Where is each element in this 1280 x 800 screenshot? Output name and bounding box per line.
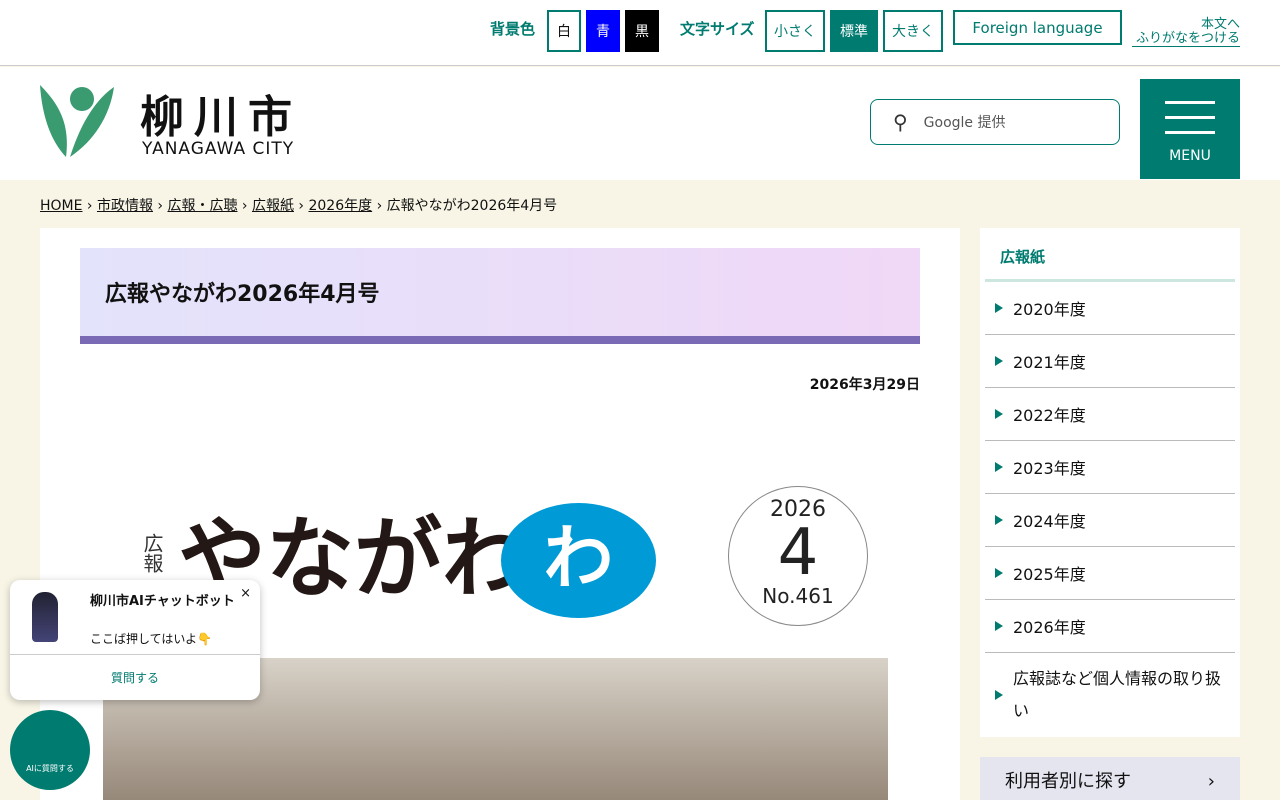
menu-label: MENU xyxy=(1169,147,1211,164)
triangle-right-icon xyxy=(995,409,1003,419)
sidebar-item[interactable]: 2026年度 xyxy=(985,600,1235,653)
font-size-label: 文字サイズ xyxy=(680,20,755,38)
sidebar-item-label: 2022年度 xyxy=(1013,406,1086,425)
font-large-button[interactable]: 大きく xyxy=(883,10,943,52)
breadcrumb: HOME › 市政情報 › 広報・広聴 › 広報紙 › 2026年度 › 広報や… xyxy=(40,198,558,214)
ai-chat-fab[interactable]: AIに質問する xyxy=(10,710,90,790)
page-title: 広報やながわ2026年4月号 xyxy=(80,248,920,344)
breadcrumb-item[interactable]: 市政情報 xyxy=(97,198,153,214)
sidebar-item[interactable]: 2024年度 xyxy=(985,494,1235,547)
main-content: 広報やながわ2026年4月号 2026年3月29日 広報 やながわ わ 2026… xyxy=(40,228,960,800)
search-placeholder: Google 提供 xyxy=(923,115,1006,131)
cover-kouhou: 広報 xyxy=(140,533,164,573)
publish-date: 2026年3月29日 xyxy=(809,377,920,393)
sidebar-heading: 広報紙 xyxy=(985,228,1235,282)
utility-bar: 背景色 白 青 黒 文字サイズ 小さく 標準 大きく Foreign langu… xyxy=(0,0,1280,66)
breadcrumb-home[interactable]: HOME xyxy=(40,198,82,214)
cover-number: No.461 xyxy=(762,584,834,608)
sidebar-item[interactable]: 2023年度 xyxy=(985,441,1235,494)
triangle-right-icon xyxy=(995,356,1003,366)
triangle-right-icon xyxy=(995,621,1003,631)
chevron-right-icon: › xyxy=(1207,771,1215,792)
city-logo-icon[interactable] xyxy=(40,85,114,157)
sidebar-item-label: 2024年度 xyxy=(1013,512,1086,531)
triangle-right-icon xyxy=(995,515,1003,525)
font-small-button[interactable]: 小さく xyxy=(765,10,825,52)
chatbot-message: ここば押してはいよ👇 xyxy=(90,632,213,646)
site-header: 柳川市 YANAGAWA CITY ⚲ Google 提供 MENU xyxy=(0,67,1280,180)
sidebar-item[interactable]: 2022年度 xyxy=(985,388,1235,441)
sidebar-item[interactable]: 2021年度 xyxy=(985,335,1235,388)
sidebar-nav: 広報紙 2020年度 2021年度 2022年度 2023年度 2024年度 2… xyxy=(980,228,1240,737)
triangle-right-icon xyxy=(995,568,1003,578)
chatbot-avatar xyxy=(32,592,58,642)
sidebar-item-label: 2023年度 xyxy=(1013,459,1086,478)
triangle-right-icon xyxy=(995,462,1003,472)
bg-blue-button[interactable]: 青 xyxy=(586,10,620,52)
cover-month: 4 xyxy=(777,516,819,590)
sidebar-item-label: 2020年度 xyxy=(1013,300,1086,319)
chatbot-title: 柳川市AIチャットボット xyxy=(90,594,235,609)
cover-wa: わ xyxy=(501,503,656,618)
furigana-text-1: 本文へ xyxy=(1200,17,1240,32)
search-icon[interactable]: ⚲ xyxy=(893,110,908,134)
menu-button[interactable]: MENU xyxy=(1140,79,1240,179)
sidebar-item[interactable]: 2020年度 xyxy=(985,282,1235,335)
sidebar-item[interactable]: 2025年度 xyxy=(985,547,1235,600)
ask-button[interactable]: 質問する xyxy=(10,654,260,700)
search-input[interactable]: ⚲ Google 提供 xyxy=(870,99,1120,145)
breadcrumb-item[interactable]: 2026年度 xyxy=(308,198,372,214)
logo-subtitle: YANAGAWA CITY xyxy=(142,139,295,159)
bg-black-button[interactable]: 黒 xyxy=(625,10,659,52)
breadcrumb-item[interactable]: 広報・広聴 xyxy=(167,198,237,214)
logo-name: 柳川市 xyxy=(140,92,302,143)
find-by-user-label: 利用者別に探す xyxy=(1005,771,1131,792)
sidebar-item-label: 2026年度 xyxy=(1013,618,1086,637)
sidebar-item-label: 2025年度 xyxy=(1013,565,1086,584)
sidebar-item-label: 2021年度 xyxy=(1013,353,1086,372)
furigana-link[interactable]: 本文へ ふりがなをつける xyxy=(1132,18,1240,47)
breadcrumb-item[interactable]: 広報紙 xyxy=(252,198,294,214)
bg-white-button[interactable]: 白 xyxy=(547,10,581,52)
furigana-text-2: ふりがなをつける xyxy=(1135,31,1240,46)
close-icon[interactable]: × xyxy=(240,586,251,601)
font-normal-button[interactable]: 標準 xyxy=(830,10,878,52)
sidebar-item-label: 広報誌など個人情報の取り扱い xyxy=(1013,669,1222,720)
ai-chat-fab-label: AIに質問する xyxy=(26,764,74,773)
bg-color-label: 背景色 xyxy=(490,20,536,38)
sidebar-item[interactable]: 広報誌など個人情報の取り扱い xyxy=(985,653,1235,737)
triangle-right-icon xyxy=(995,690,1003,700)
foreign-language-button[interactable]: Foreign language xyxy=(953,10,1122,45)
triangle-right-icon xyxy=(995,303,1003,313)
breadcrumb-current: 広報やながわ2026年4月号 xyxy=(386,198,558,214)
chatbot-popup: 柳川市AIチャットボット × ここば押してはいよ👇 質問する xyxy=(10,580,260,700)
find-by-user-box[interactable]: 利用者別に探す › xyxy=(980,757,1240,800)
